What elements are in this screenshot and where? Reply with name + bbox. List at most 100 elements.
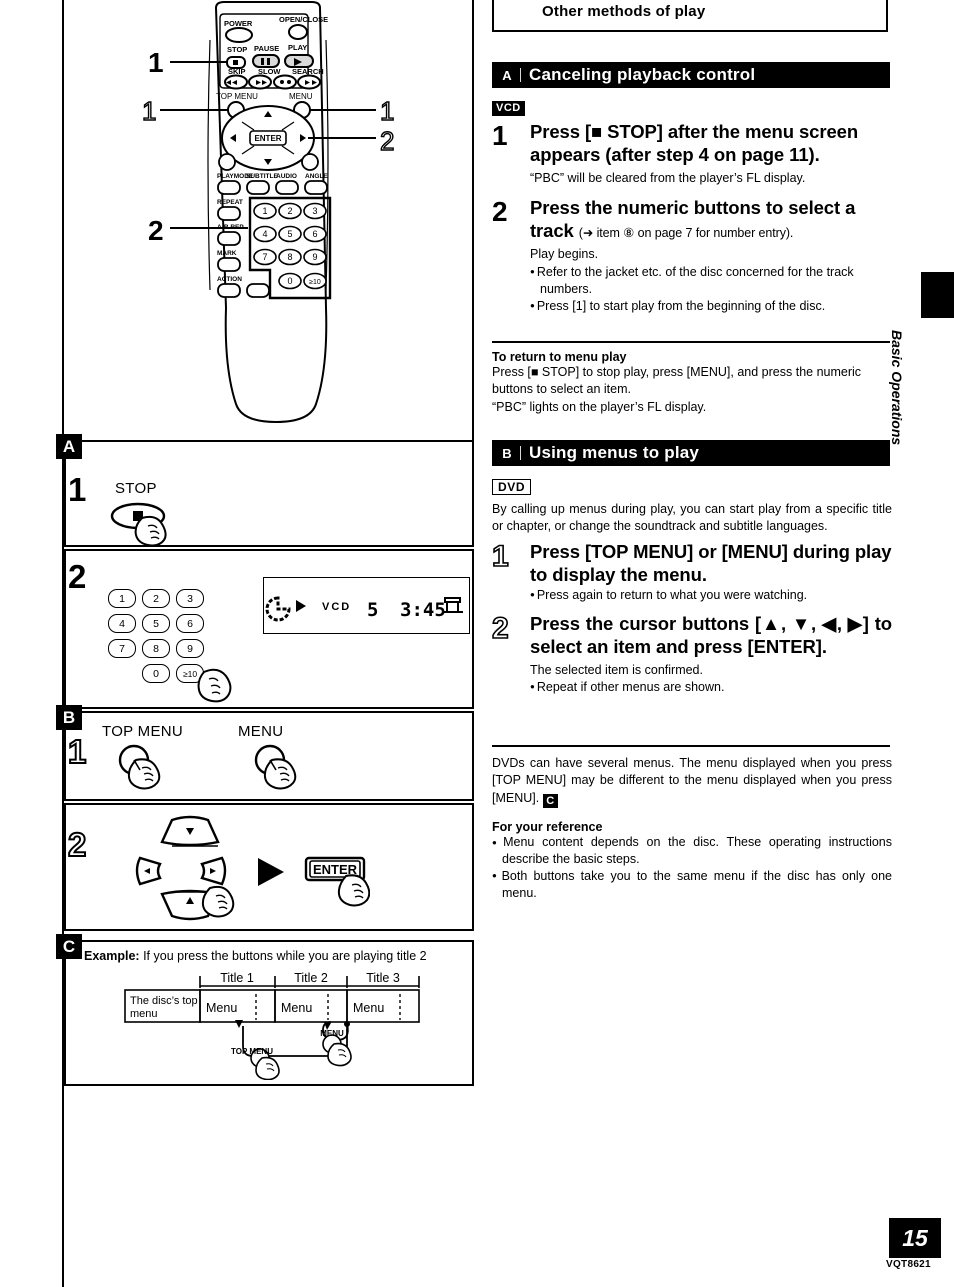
svg-text:TOP MENU: TOP MENU (216, 92, 258, 101)
step-subtext: “PBC” will be cleared from the player’s … (530, 170, 806, 185)
panel-b-step2-number: 2 (67, 826, 87, 863)
step-bullet: Press again to return to what you were w… (530, 587, 892, 604)
svg-text:≥10: ≥10 (309, 279, 321, 286)
step-bullet: Repeat if other menus are shown. (530, 679, 892, 696)
svg-text:PLAY: PLAY (288, 43, 307, 52)
section-b-step-1: 1 Press [TOP MENU] or [MENU] during play… (491, 540, 892, 604)
panel-b-badge: B (56, 705, 82, 730)
top-menu-button-illustration (112, 744, 192, 796)
step-number: 2 (492, 196, 508, 227)
reference-heading: For your reference (492, 820, 603, 834)
svg-text:1: 1 (380, 96, 394, 126)
illustration-column-rule (472, 0, 474, 440)
disc-tag-dvd-wrap: DVD (492, 478, 532, 496)
manual-page: Other methods of play A Canceling playba… (0, 0, 954, 1287)
keypad-key-3[interactable]: 3 (176, 589, 204, 608)
svg-text:9: 9 (312, 252, 317, 262)
section-a-title: Canceling playback control (529, 65, 756, 84)
section-b-step-2: 2 Press the cursor buttons [▲, ▼, ◀, ▶] … (491, 612, 892, 696)
document-code: VQT8621 (886, 1259, 931, 1270)
svg-text:SLOW: SLOW (258, 67, 281, 76)
step-subtext: The selected item is confirmed. (530, 662, 703, 677)
section-a-note: To return to menu play Press [■ STOP] to… (492, 350, 892, 416)
side-tab-block (921, 272, 954, 318)
svg-text:7: 7 (262, 252, 267, 262)
keypad-key-0[interactable]: 0 (142, 664, 170, 683)
page-title: Other methods of play (542, 2, 706, 20)
svg-text:VCD: VCD (322, 601, 351, 613)
menu-button-label: MENU (238, 723, 284, 740)
panel-a-badge: A (56, 434, 82, 459)
keypad-key-1[interactable]: 1 (108, 589, 136, 608)
remote-control-drawing: POWER OPEN/CLOSE STOP PAUSE PLAY SKIP SL… (141, 0, 395, 424)
svg-text:3:45: 3:45 (400, 599, 446, 621)
keypad-key-4[interactable]: 4 (108, 614, 136, 633)
svg-text:5: 5 (287, 229, 292, 239)
svg-text:Title 1: Title 1 (220, 971, 254, 985)
section-a-heading: A Canceling playback control (492, 62, 890, 88)
inline-badge-c: C (542, 793, 558, 808)
keypad-key-7[interactable]: 7 (108, 639, 136, 658)
step-title: Press the numeric buttons to select a tr… (530, 196, 892, 243)
keypad-key-8[interactable]: 8 (142, 639, 170, 658)
svg-text:Menu: Menu (353, 1001, 384, 1015)
svg-text:MARK: MARK (217, 250, 237, 257)
keypad-key-9[interactable]: 9 (176, 639, 204, 658)
section-divider (492, 341, 890, 343)
note-heading: To return to menu play (492, 350, 627, 364)
svg-text:Title 2: Title 2 (294, 971, 328, 985)
remote-illustration: POWER OPEN/CLOSE STOP PAUSE PLAY SKIP SL… (64, 0, 472, 440)
stop-button-illustration (108, 500, 198, 548)
keypad-key-2[interactable]: 2 (142, 589, 170, 608)
svg-text:0: 0 (287, 276, 292, 286)
svg-text:SUBTITLE: SUBTITLE (246, 173, 278, 180)
step-title-tail: (➜ item ⑧ on page 7 for number entry). (578, 226, 794, 241)
svg-text:1: 1 (142, 96, 156, 126)
menu-button-illustration (248, 744, 328, 796)
step-number: 2 (491, 612, 509, 645)
svg-text:The disc’s top: The disc’s top (130, 995, 198, 1007)
disc-tag-vcd-wrap: VCD (492, 98, 525, 116)
step-subtext: Play begins. (530, 246, 599, 261)
step-bullet: Press [1] to start play from the beginni… (530, 298, 892, 315)
svg-text:5: 5 (367, 599, 378, 621)
section-b-after-paragraph: DVDs can have several menus. The menu di… (492, 755, 892, 808)
section-a-step-2: 2 Press the numeric buttons to select a … (492, 196, 892, 314)
svg-text:TOP MENU: TOP MENU (231, 1047, 273, 1056)
reference-bullet: Menu content depends on the disc. These … (492, 834, 892, 868)
section-b-badge: B (502, 445, 512, 461)
svg-text:8: 8 (287, 252, 292, 262)
section-b-title: Using menus to play (529, 443, 700, 462)
svg-text:POWER: POWER (224, 19, 253, 28)
svg-text:STOP: STOP (227, 45, 247, 54)
svg-text:3: 3 (312, 206, 317, 216)
section-b-intro: By calling up menus during play, you can… (492, 502, 892, 534)
keypad-key-5[interactable]: 5 (142, 614, 170, 633)
note-line: “PBC” lights on the player’s FL display. (492, 399, 707, 414)
svg-text:menu: menu (130, 1008, 158, 1020)
step-number: 1 (491, 540, 509, 573)
panel-c-badge: C (56, 934, 82, 959)
for-your-reference: For your reference Menu content depends … (492, 820, 892, 902)
svg-text:1: 1 (148, 47, 164, 78)
example-label: Example: (84, 949, 140, 963)
step-title: Press [■ STOP] after the menu screen app… (530, 121, 859, 166)
note-line: Press [■ STOP] to stop play, press [MENU… (492, 365, 862, 397)
svg-text:2: 2 (287, 206, 292, 216)
section-a-step-1: 1 Press [■ STOP] after the menu screen a… (492, 120, 892, 187)
page-header-box: Other methods of play (492, 0, 888, 32)
panel-c-diagram: Title 1 Title 2 Title 3 The disc’s top m… (70, 968, 470, 1080)
svg-text:PAUSE: PAUSE (254, 44, 279, 53)
svg-text:REPEAT: REPEAT (217, 199, 243, 206)
svg-text:OPEN/CLOSE: OPEN/CLOSE (279, 15, 328, 24)
svg-text:2: 2 (380, 126, 394, 156)
keypad-key-6[interactable]: 6 (176, 614, 204, 633)
side-tab-label: Basic Operations (889, 330, 905, 446)
svg-text:MENU: MENU (320, 1029, 344, 1038)
svg-text:AUDIO: AUDIO (276, 173, 297, 180)
step-number: 1 (492, 120, 508, 151)
svg-text:ENTER: ENTER (254, 134, 281, 143)
svg-text:4: 4 (262, 229, 267, 239)
panel-b-step1-number: 1 (67, 733, 87, 770)
svg-text:Title 3: Title 3 (366, 971, 400, 985)
